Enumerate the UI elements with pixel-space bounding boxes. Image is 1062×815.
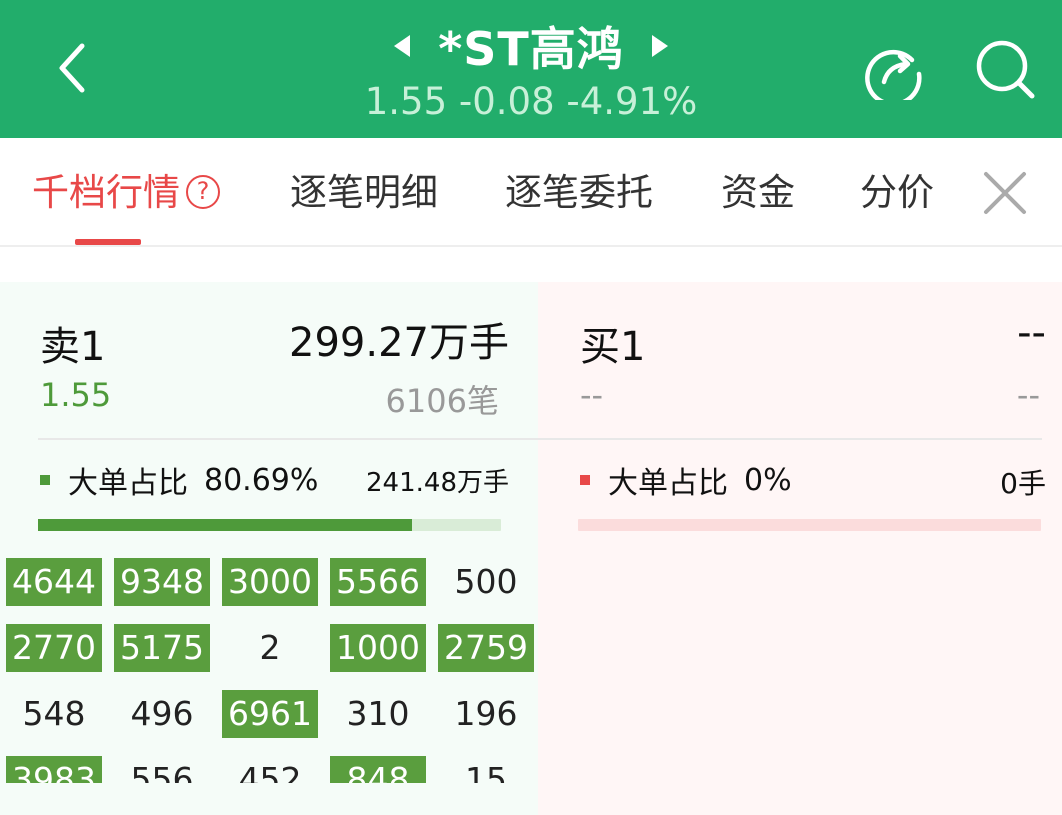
sell1-volume: 299.27万手	[289, 320, 509, 366]
panel-divider	[38, 438, 1042, 440]
close-button[interactable]	[980, 168, 1030, 218]
tab-price-distribution[interactable]: 分价	[860, 168, 934, 218]
buy1-volume: --	[1017, 310, 1046, 356]
order-queue-cell: 4644	[6, 558, 102, 606]
buy1-price: --	[580, 376, 604, 414]
stock-name: *ST高鸿	[438, 22, 624, 76]
tab-bar: 千档行情? 逐笔明细 逐笔委托 资金 分价	[0, 138, 1062, 247]
sell-big-order-bar-fill	[38, 519, 412, 531]
tab-order-details[interactable]: 逐笔委托	[505, 168, 653, 218]
order-queue-cell: 500	[454, 562, 518, 601]
order-queue-cell: 848	[330, 756, 426, 783]
order-queue-cell: 2759	[438, 624, 534, 672]
order-queue-cell: 496	[130, 694, 194, 733]
order-queue-cell: 196	[454, 694, 518, 733]
buy-legend-square	[580, 475, 590, 485]
sell1-order-count: 6106笔	[385, 382, 499, 420]
sell-big-order-label: 大单占比	[68, 466, 188, 501]
search-icon	[976, 40, 1035, 99]
tab-capital[interactable]: 资金	[721, 168, 795, 218]
order-queue-cell: 6961	[222, 690, 318, 738]
order-queue-cell: 2770	[6, 624, 102, 672]
active-tab-indicator	[75, 239, 141, 245]
sell-big-order-volume: 241.48万手	[366, 468, 509, 498]
buy-big-order-bar	[578, 519, 1041, 531]
next-stock-arrow-icon[interactable]	[651, 35, 668, 57]
refresh-button[interactable]	[862, 40, 926, 107]
prev-stock-arrow-icon[interactable]	[394, 35, 411, 57]
buy-big-order-volume: 0手	[1000, 467, 1046, 500]
sell-legend-square	[40, 475, 50, 485]
refresh-icon	[865, 49, 922, 107]
tab-order-book-label: 千档行情	[32, 171, 180, 214]
tab-order-book[interactable]: 千档行情?	[32, 168, 220, 218]
order-queue-cell: 548	[22, 694, 86, 733]
order-queue-cell: 2	[259, 628, 281, 667]
close-icon	[984, 172, 1026, 214]
sell-big-order-bar	[38, 519, 501, 531]
header-bar: *ST高鸿 1.55 -0.08 -4.91%	[0, 0, 1062, 138]
order-queue-cell: 310	[346, 694, 410, 733]
order-queue-cell: 3983	[6, 756, 102, 783]
search-button[interactable]	[974, 38, 1038, 100]
order-queue-cell: 5175	[114, 624, 210, 672]
buy-big-order-stat: 大单占比 0%	[580, 458, 792, 502]
buy-big-order-label: 大单占比	[608, 466, 728, 501]
buy1-order-count: --	[1016, 376, 1040, 414]
buy-big-order-pct: 0%	[744, 462, 792, 498]
sell-big-order-stat: 大单占比 80.69%	[40, 458, 318, 502]
sell1-label: 卖1	[40, 324, 106, 370]
order-queue-cell: 9348	[114, 558, 210, 606]
order-queue-cell: 556	[130, 760, 194, 783]
order-queue-cell: 1000	[330, 624, 426, 672]
order-queue-grid: 4644 9348 3000 5566 500 2770 5175 2 1000 2759 548 4…	[0, 553, 538, 783]
order-queue-cell: 15	[465, 760, 507, 783]
buy1-label: 买1	[580, 324, 646, 370]
sell-big-order-pct: 80.69%	[204, 462, 319, 498]
order-queue-cell: 5566	[330, 558, 426, 606]
help-icon[interactable]: ?	[186, 174, 220, 209]
sell1-price: 1.55	[40, 376, 112, 414]
tab-trade-details[interactable]: 逐笔明细	[290, 168, 438, 218]
order-queue-cell: 452	[238, 760, 302, 783]
order-queue-cell: 3000	[222, 558, 318, 606]
